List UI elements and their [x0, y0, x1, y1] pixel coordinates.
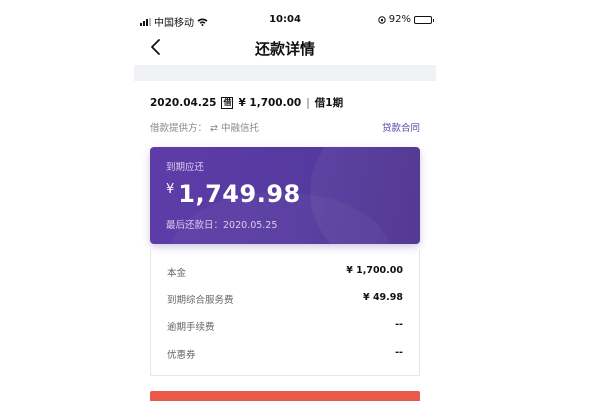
last-repayment-date: 最后还款日：2020.05.25: [166, 220, 278, 231]
breakdown-label: 本金: [167, 268, 187, 279]
breakdown-value: ¥ 49.98: [363, 292, 403, 303]
loan-amount: ¥ 1,700.00: [238, 96, 302, 109]
nav-bar: 还款详情: [134, 32, 436, 62]
back-button[interactable]: [146, 36, 166, 58]
status-left: 中国移动: [140, 14, 208, 29]
status-bar: 中国移动 10:04 92%: [134, 10, 436, 32]
page-title: 还款详情: [254, 40, 315, 58]
section-divider: [134, 65, 436, 81]
loan-type-badge: 借: [221, 96, 234, 109]
battery-icon: [414, 15, 434, 24]
due-amount-card: 到期应还 ¥1,749.98 最后还款日：2020.05.25: [150, 147, 420, 244]
battery-percent: 92%: [388, 14, 411, 25]
breakdown-value: --: [395, 347, 403, 358]
due-amount-value: 1,749.98: [178, 180, 301, 208]
separator: |: [306, 96, 310, 109]
loan-summary: 2020.04.25 借 ¥ 1,700.00 | 借1期: [150, 95, 420, 110]
fee-breakdown: 本金 ¥ 1,700.00 到期综合服务费 ¥ 49.98 逾期手续费 -- 优…: [150, 250, 420, 376]
breakdown-label: 到期综合服务费: [167, 295, 234, 306]
breakdown-label: 逾期手续费: [167, 322, 215, 333]
breakdown-value: ¥ 1,700.00: [346, 265, 403, 276]
signal-icon: [140, 17, 151, 26]
due-label: 到期应还: [166, 162, 205, 173]
loan-term: 借1期: [314, 97, 344, 109]
loan-contract-link[interactable]: 贷款合同: [382, 120, 420, 134]
carrier-label: 中国移动: [154, 18, 194, 29]
breakdown-row-service-fee: 到期综合服务费 ¥ 49.98: [167, 292, 403, 306]
breakdown-row-coupon: 优惠券 --: [167, 347, 403, 361]
currency-symbol: ¥: [166, 182, 175, 197]
breakdown-label: 优惠券: [167, 350, 196, 361]
repay-button[interactable]: [150, 391, 420, 401]
provider-label: 借款提供方：: [150, 123, 208, 134]
chevron-left-icon: [151, 39, 160, 55]
breakdown-row-overdue-fee: 逾期手续费 --: [167, 319, 403, 333]
breakdown-value: --: [395, 319, 403, 330]
loan-date: 2020.04.25: [150, 96, 217, 109]
due-amount: ¥1,749.98: [166, 180, 301, 208]
orientation-lock-icon: [378, 15, 386, 24]
exchange-icon: ⇄: [210, 123, 219, 134]
status-right: 92%: [378, 14, 434, 25]
wifi-icon: [197, 17, 208, 26]
breakdown-row-principal: 本金 ¥ 1,700.00: [167, 265, 403, 279]
provider-name: 中融信托: [221, 123, 260, 134]
provider-row: 借款提供方： ⇄ 中融信托 贷款合同: [150, 120, 420, 134]
